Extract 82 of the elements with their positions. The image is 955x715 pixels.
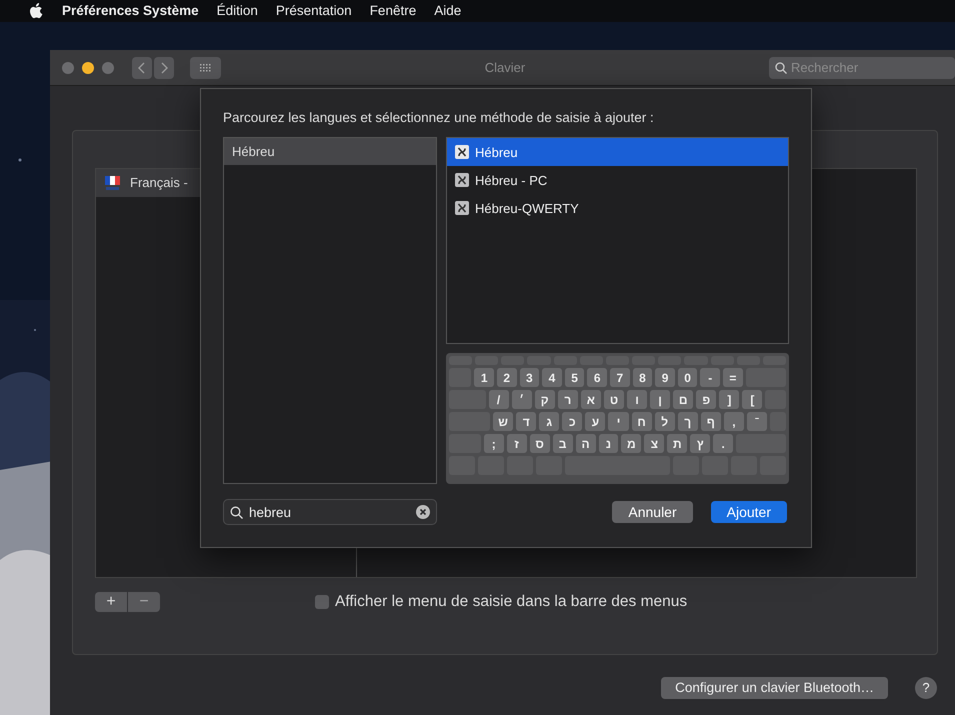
input-method-item[interactable]: Hébreu [447, 138, 788, 166]
keyboard-key: ז [506, 434, 527, 454]
search-field[interactable]: hebreu [223, 499, 437, 526]
keyboard-key: ב [552, 434, 573, 454]
forward-button[interactable] [154, 56, 174, 78]
keyboard-key: 5 [564, 368, 584, 388]
keyboard-key: 4 [542, 368, 562, 388]
search-icon [230, 506, 243, 520]
keyboard-key: 7 [610, 368, 630, 388]
keyboard-key: , [724, 412, 744, 432]
menu-item[interactable]: Aide [434, 0, 462, 22]
keyboard-key: ת [667, 434, 688, 454]
keyboard-key: צ [644, 434, 664, 454]
keyboard-key: ן [650, 390, 670, 410]
keyboard-key: / [488, 390, 509, 410]
checkbox[interactable] [315, 594, 329, 609]
keyboard-key: ס [530, 434, 550, 454]
keyboard-key: ף [700, 412, 721, 432]
add-button[interactable]: + [95, 592, 127, 612]
keyboard-key: ך [678, 412, 698, 432]
keyboard-key: - [700, 368, 720, 388]
keyboard-key: ; [484, 434, 504, 454]
keyboard-key: . [713, 434, 734, 454]
menu-item[interactable]: Fenêtre [370, 0, 416, 22]
keyboard-key: ל [654, 412, 675, 432]
keyboard-key: ח [632, 412, 652, 432]
keyboard-key: 3 [520, 368, 540, 388]
keyboard-key: י [608, 412, 629, 432]
menu-item[interactable]: Préférences Système [62, 0, 199, 22]
clear-icon[interactable] [416, 505, 430, 520]
keyboard-key: 6 [587, 368, 608, 388]
keyboard-key: 8 [632, 368, 652, 388]
keyboard-key: 1 [474, 368, 494, 388]
keyboard-key: ץ [690, 434, 710, 454]
search-icon [775, 62, 787, 74]
keyboard-key: ˉ [746, 412, 768, 432]
keyboard-key: ד [516, 412, 536, 432]
keyboard-key: ר [558, 390, 578, 410]
search-field[interactable]: Rechercher [769, 56, 955, 78]
input-method-item[interactable]: Hébreu-QWERTY [447, 194, 788, 222]
menu-item[interactable]: Présentation [276, 0, 352, 22]
input-method-item[interactable]: Hébreu - PC [447, 166, 788, 194]
add-button[interactable]: Ajouter [710, 501, 787, 524]
dialog-prompt: Parcourez les langues et sélectionnez une méthode de saisie à ajouter : [223, 109, 655, 127]
grid-icon [200, 64, 211, 72]
chevron-left-icon [138, 62, 146, 74]
keyboard-key: ו [627, 390, 648, 410]
keyboard-key: ה [576, 434, 596, 454]
keyboard-key: ש [493, 412, 514, 432]
keyboard-key: ׳ [512, 390, 532, 410]
keyboard-key: א [580, 390, 601, 410]
keyboard-key: = [723, 368, 743, 388]
keyboard-key: ם [673, 390, 694, 410]
close-button[interactable] [62, 62, 74, 74]
cancel-button[interactable]: Annuler [612, 501, 693, 524]
keyboard-key: 9 [655, 368, 675, 388]
back-button[interactable] [132, 56, 152, 78]
zoom-button[interactable] [102, 62, 114, 74]
keyboard-key: ט [604, 390, 624, 410]
keyboard-key: 2 [496, 368, 517, 388]
chevron-right-icon [160, 62, 168, 74]
keyboard-key: כ [562, 412, 582, 432]
language-item[interactable]: Hébreu [224, 138, 436, 166]
keyboard-key: ק [534, 390, 555, 410]
keyboard-key: מ [621, 434, 642, 454]
keyboard-key: נ [598, 434, 618, 454]
keyboard-key: ] [719, 390, 740, 410]
checkbox-label: Afficher le menu de saisie dans la barre des menus [335, 592, 688, 612]
keyboard-key [762, 356, 786, 366]
minimize-button[interactable] [82, 62, 94, 74]
window-title: Clavier [484, 58, 526, 77]
keyboard-key: ג [539, 412, 560, 432]
keyboard-key: [ [742, 390, 762, 410]
french-flag-icon [104, 175, 122, 191]
apple-icon[interactable] [30, 3, 44, 19]
menu-item[interactable]: Édition [216, 0, 258, 22]
keyboard-key: פ [696, 390, 716, 410]
keyboard-key: 0 [678, 368, 698, 388]
help-button[interactable]: ? [915, 677, 937, 699]
bluetooth-setup-button[interactable]: Configurer un clavier Bluetooth… [661, 677, 888, 699]
keyboard-key: ע [585, 412, 606, 432]
show-all-button[interactable] [190, 56, 221, 78]
